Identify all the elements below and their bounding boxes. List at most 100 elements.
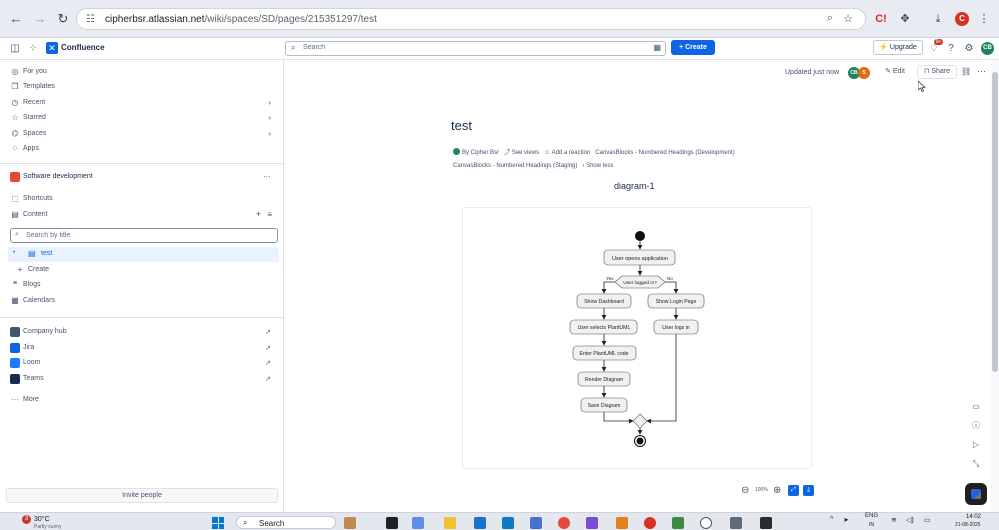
app-switcher-icon[interactable]: ⁘ bbox=[26, 42, 40, 56]
profile-avatar[interactable]: C bbox=[955, 12, 969, 26]
taskbar-app-icon[interactable] bbox=[760, 517, 772, 529]
author-avatar bbox=[453, 148, 460, 155]
download-diagram-icon[interactable]: ⤓ bbox=[803, 485, 814, 496]
sidebar-toggle-icon[interactable]: ◫ bbox=[8, 42, 22, 56]
user-avatar[interactable]: CB bbox=[981, 42, 994, 55]
task-view-icon[interactable] bbox=[386, 517, 398, 529]
taskbar-app-icon[interactable] bbox=[730, 517, 742, 529]
add-content-icon[interactable]: + bbox=[256, 209, 261, 219]
page-tree-item-test[interactable]: • ▤ test bbox=[8, 247, 279, 262]
help-icon[interactable]: ? bbox=[944, 42, 958, 56]
battery-icon[interactable]: ▭ bbox=[924, 516, 931, 524]
app-badge[interactable]: CanvasBlocks - Numbered Headings (Develo… bbox=[595, 150, 734, 156]
download-icon[interactable]: ⤓ bbox=[930, 11, 946, 27]
fit-diagram-icon[interactable]: ⤢ bbox=[788, 485, 799, 496]
qr-code-icon[interactable]: ▦ bbox=[653, 43, 661, 52]
zoom-controls: ⊖ 100% ⊕ ⤢ ⤓ bbox=[737, 484, 817, 498]
edge-browser-icon[interactable] bbox=[502, 517, 514, 529]
rovo-ai-button[interactable] bbox=[965, 483, 987, 505]
sidebar-item-shortcuts[interactable]: ⬚ Shortcuts bbox=[0, 192, 283, 207]
back-arrow-icon[interactable]: ← bbox=[8, 11, 24, 27]
more-actions-icon[interactable]: ⋯ bbox=[977, 66, 986, 77]
chrome-browser-icon[interactable] bbox=[558, 517, 570, 529]
tray-send-icon[interactable]: ➤ bbox=[843, 516, 849, 524]
chrome-profile-icon[interactable] bbox=[644, 517, 656, 529]
chrome-menu-icon[interactable]: ⋮ bbox=[976, 11, 992, 27]
collaborator-avatar[interactable]: S bbox=[858, 67, 870, 79]
filter-icon[interactable]: ≡ bbox=[267, 210, 272, 219]
settings-gear-icon[interactable]: ⚙ bbox=[962, 42, 976, 56]
app-badge[interactable]: CanvasBlocks - Numbered Headings (Stagin… bbox=[453, 163, 577, 169]
search-by-title-input[interactable]: ⌕ Search by title bbox=[10, 228, 278, 243]
global-search-input[interactable]: ⌕ Search ▦ bbox=[285, 41, 666, 56]
sidebar-item-create[interactable]: + Create bbox=[0, 263, 283, 278]
share-button[interactable]: ⊓ Share bbox=[917, 65, 957, 79]
invite-people-button[interactable]: Invite people bbox=[6, 488, 278, 503]
windows-start-icon[interactable] bbox=[212, 517, 224, 529]
clock-time[interactable]: 14:02 bbox=[966, 514, 981, 520]
sidebar-item-recent[interactable]: ◷ Recent › bbox=[0, 96, 283, 111]
language-sub: IN bbox=[869, 522, 874, 528]
video-icon[interactable]: ▷ bbox=[971, 440, 981, 450]
space-header[interactable]: Software development ··· bbox=[0, 170, 283, 185]
app-name[interactable]: Confluence bbox=[61, 43, 105, 52]
info-icon[interactable]: ⓘ bbox=[971, 421, 981, 431]
activity-diagram[interactable]: User opens application User logged in? Y… bbox=[566, 228, 710, 452]
sidebar-app-loom[interactable]: Loom ↗ bbox=[0, 356, 283, 371]
sidebar-item-templates[interactable]: ❐ Templates bbox=[0, 80, 283, 95]
file-explorer-icon[interactable] bbox=[444, 517, 456, 529]
confluence-logo-icon[interactable]: ✕ bbox=[46, 42, 58, 54]
show-less-button[interactable]: Show less bbox=[586, 163, 613, 169]
taskbar-app-icon[interactable] bbox=[344, 517, 356, 529]
more-options-icon[interactable]: ··· bbox=[263, 172, 271, 181]
sidebar-app-jira[interactable]: Jira ↗ bbox=[0, 341, 283, 356]
sidebar-item-blogs[interactable]: ❝ Blogs bbox=[0, 278, 283, 293]
author-link[interactable]: By Cipher Bsr bbox=[462, 150, 499, 156]
language-indicator[interactable]: ENG bbox=[865, 513, 878, 519]
taskbar-app-icon[interactable] bbox=[586, 517, 598, 529]
taskbar-app-icon[interactable] bbox=[530, 517, 542, 529]
taskbar-search-input[interactable]: ⌕ Search bbox=[236, 516, 336, 529]
see-views-link[interactable]: See views bbox=[512, 150, 539, 156]
content-icon: ▤ bbox=[11, 210, 19, 219]
forward-arrow-icon[interactable]: → bbox=[32, 11, 48, 27]
edit-button[interactable]: ✎ Edit bbox=[885, 67, 905, 75]
weather-temperature[interactable]: 30°C bbox=[34, 516, 50, 523]
updated-status: Updated just now bbox=[785, 69, 840, 76]
copy-link-icon[interactable]: ⛓ bbox=[961, 67, 971, 76]
create-button[interactable]: + Create bbox=[671, 40, 715, 55]
extensions-puzzle-icon[interactable]: ✥ bbox=[897, 11, 913, 27]
comments-icon[interactable]: ▭ bbox=[971, 402, 981, 412]
zoom-icon[interactable]: ⌕ bbox=[827, 12, 833, 25]
upgrade-button[interactable]: ⚡ Upgrade bbox=[873, 40, 923, 55]
sidebar-app-company-hub[interactable]: Company hub ↗ bbox=[0, 325, 283, 340]
bookmark-star-icon[interactable]: ☆ bbox=[843, 12, 853, 25]
add-reaction-button[interactable]: Add a reaction bbox=[552, 150, 591, 156]
reload-icon[interactable]: ↻ bbox=[55, 11, 71, 27]
expand-icon[interactable]: ⤡ bbox=[971, 459, 981, 469]
zoom-in-icon[interactable]: ⊕ bbox=[773, 485, 781, 496]
search-icon: ⌕ bbox=[291, 43, 296, 52]
site-info-icon[interactable]: ☷ bbox=[86, 14, 98, 26]
sidebar-item-more[interactable]: ··· More bbox=[0, 393, 283, 408]
sidebar-item-calendars[interactable]: ▦ Calendars bbox=[0, 294, 283, 309]
scrollbar-thumb[interactable] bbox=[992, 72, 998, 372]
extension-icon[interactable]: C! bbox=[873, 11, 889, 27]
sidebar-app-teams[interactable]: Teams ↗ bbox=[0, 372, 283, 387]
sidebar-item-starred[interactable]: ☆ Starred › bbox=[0, 111, 283, 126]
clock-app-icon[interactable] bbox=[700, 517, 712, 529]
wifi-icon[interactable]: ≋ bbox=[891, 516, 897, 524]
store-icon[interactable] bbox=[474, 517, 486, 529]
taskbar-app-icon[interactable] bbox=[616, 517, 628, 529]
tray-chevron-icon[interactable]: ^ bbox=[830, 516, 833, 523]
taskbar-app-icon[interactable] bbox=[412, 517, 424, 529]
sidebar-item-apps[interactable]: ⁘ Apps bbox=[0, 142, 283, 157]
sidebar-item-spaces[interactable]: ⌬ Spaces › bbox=[0, 127, 283, 142]
page-scrollbar[interactable] bbox=[991, 60, 999, 512]
zoom-out-icon[interactable]: ⊖ bbox=[741, 485, 749, 496]
address-bar[interactable]: ☷ cipherbsr.atlassian.net/wiki/spaces/SD… bbox=[76, 8, 866, 30]
sidebar-item-for-you[interactable]: ◎ For you bbox=[0, 65, 283, 80]
volume-icon[interactable]: ◁) bbox=[906, 516, 914, 524]
taskbar-app-icon[interactable] bbox=[672, 517, 684, 529]
sidebar-item-content[interactable]: ▤ Content + ≡ bbox=[0, 208, 283, 223]
